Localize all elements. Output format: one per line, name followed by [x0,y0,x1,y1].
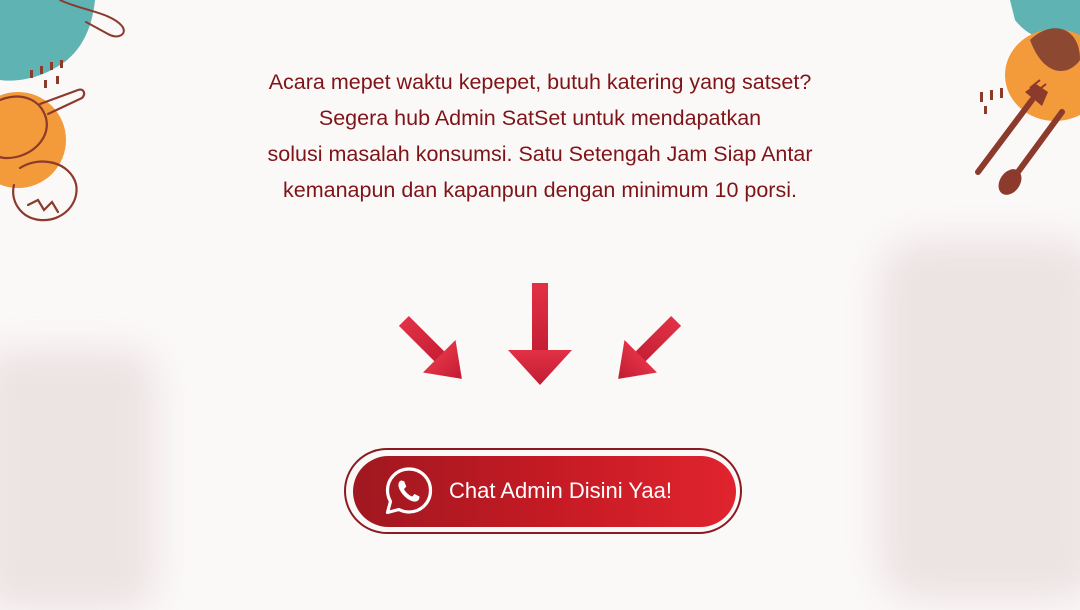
background-blur-left [0,350,155,610]
arrow-down-icon [508,283,572,385]
spoon-icon [998,109,1065,195]
chat-admin-button-label: Chat Admin Disini Yaa! [449,478,672,503]
arrow-down-left-icon [618,315,682,379]
utensils-doodle-top-right [975,0,1080,195]
intro-line: Acara mepet waktu kepepet, butuh katerin… [268,70,812,94]
intro-text: Acara mepet waktu kepepet, butuh katerin… [190,64,890,208]
intro-line: solusi masalah konsumsi. Satu Setengah J… [267,142,813,166]
background-blur-right [880,240,1080,600]
intro-line: Segera hub Admin SatSet untuk mendapatka… [318,106,762,130]
chat-admin-button[interactable]: Chat Admin Disini Yaa! [353,456,736,527]
whatsapp-icon [385,467,433,515]
food-doodle-top-left [0,0,125,222]
intro-line: kemanapun dan kapanpun dengan minimum 10… [283,178,797,202]
decor-dashes [980,88,1003,114]
arrow-down-right-icon [398,315,462,379]
pointer-arrows [398,283,682,385]
